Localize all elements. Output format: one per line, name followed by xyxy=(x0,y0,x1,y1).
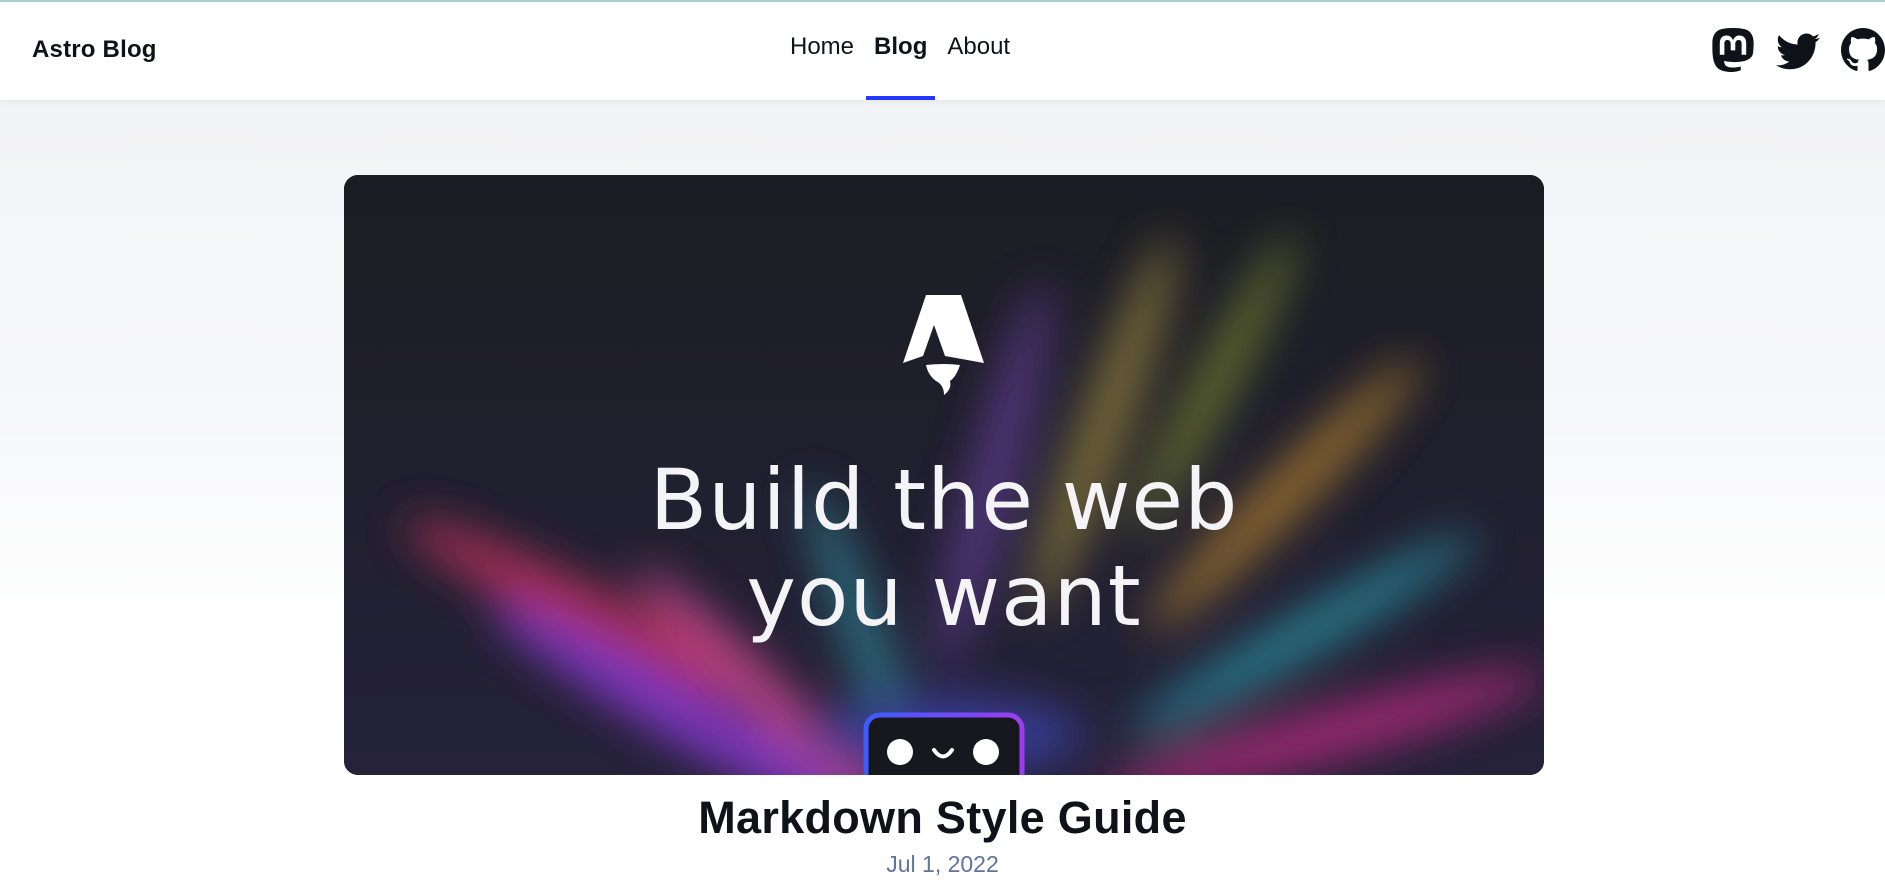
mastodon-icon xyxy=(1712,28,1754,72)
post-title: Markdown Style Guide xyxy=(698,792,1187,843)
twitter-icon xyxy=(1776,33,1820,70)
twitter-link[interactable] xyxy=(1776,28,1820,72)
nav-link-home[interactable]: Home xyxy=(780,2,864,100)
hero-headline-line1: Build the web xyxy=(649,451,1239,549)
mastodon-link[interactable] xyxy=(1711,28,1755,72)
site-header: Astro Blog Home Blog About xyxy=(0,2,1885,100)
main-nav: Home Blog About xyxy=(780,2,1020,100)
github-icon xyxy=(1841,28,1885,71)
nav-link-blog[interactable]: Blog xyxy=(864,2,937,100)
nav-link-about[interactable]: About xyxy=(937,2,1020,100)
post-date: Jul 1, 2022 xyxy=(886,851,999,877)
social-links xyxy=(1690,28,1885,72)
site-title-link[interactable]: Astro Blog xyxy=(32,36,157,64)
houston-mascot-icon xyxy=(863,712,1025,775)
hero-image: Build the web you want xyxy=(344,175,1544,775)
github-link[interactable] xyxy=(1841,28,1885,72)
hero-headline-line2: you want xyxy=(746,547,1142,645)
